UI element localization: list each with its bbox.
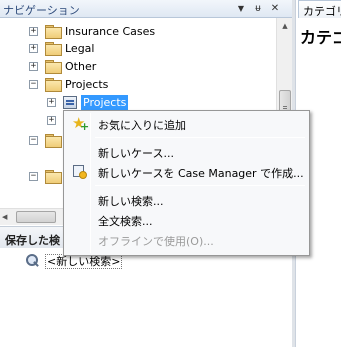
folder-icon [45, 42, 62, 56]
expand-icon[interactable]: + [29, 44, 38, 53]
star-add-icon: ★ + [72, 114, 90, 133]
tree-node-projects-folder[interactable]: − Projects [0, 76, 200, 94]
saved-search-label: <新しい検索> [45, 254, 123, 269]
expand-icon[interactable]: + [29, 27, 38, 36]
menu-item-new-case-case-manager[interactable]: 新しいケースを Case Manager で作成... [66, 162, 307, 181]
folder-icon [45, 134, 62, 148]
collapse-icon[interactable]: − [29, 80, 38, 89]
menu-item-label: お気に入りに追加 [98, 119, 186, 132]
expand-icon[interactable]: + [47, 98, 56, 107]
menu-separator [95, 137, 305, 138]
scroll-up-arrow-icon[interactable]: ▲ [277, 18, 293, 34]
tree-node-label: Other [65, 60, 97, 73]
folder-icon [45, 25, 62, 39]
scroll-left-arrow-icon[interactable]: ◀ [2, 209, 14, 225]
expand-icon[interactable]: + [47, 116, 56, 125]
tab-category[interactable]: カテゴリ [298, 0, 341, 18]
saved-searches-title: 保存した検 [5, 234, 60, 247]
tree-node-label: Legal [65, 42, 95, 55]
tree-node-legal[interactable]: + Legal [0, 40, 200, 58]
menu-item-label: 新しいケースを Case Manager で作成... [98, 167, 304, 180]
menu-item-label: 全文検索... [98, 215, 153, 228]
menu-item-label: 新しいケース... [98, 147, 174, 160]
app-window: ナビゲーション ▼ ᵾ ✕ + Insurance Cases + Legal … [0, 0, 341, 347]
menu-item-add-to-favorites[interactable]: ★ + お気に入りに追加 [66, 114, 307, 133]
tree-node-other[interactable]: + Other [0, 58, 200, 76]
pane-menu-dropdown-icon[interactable]: ▼ [235, 2, 247, 15]
context-menu: ★ + お気に入りに追加 新しいケース... 新しいケースを Case Manag… [63, 110, 310, 256]
tree-node-label: Insurance Cases [65, 25, 156, 38]
folder-open-icon [45, 78, 62, 92]
folder-icon [45, 60, 62, 74]
tree-node-label-selected: Projects [81, 95, 129, 110]
menu-item-new-search[interactable]: 新しい検索... [66, 190, 307, 209]
pin-icon[interactable]: ᵾ [252, 2, 264, 15]
close-icon[interactable]: ✕ [269, 2, 281, 15]
collapse-icon[interactable]: − [29, 172, 38, 181]
case-manager-icon [72, 164, 88, 180]
grip-icon [283, 106, 287, 107]
collapse-icon[interactable]: − [29, 136, 38, 145]
menu-item-label: オフラインで使用(O)... [98, 235, 214, 248]
case-icon [63, 96, 77, 109]
folder-icon [45, 170, 62, 184]
menu-item-label: 新しい検索... [98, 195, 164, 208]
tree-node-label: Projects [65, 78, 109, 91]
menu-item-full-text-search[interactable]: 全文検索... [66, 210, 307, 229]
menu-item-use-offline: オフラインで使用(O)... [66, 230, 307, 249]
navigation-header: ナビゲーション ▼ ᵾ ✕ [0, 0, 292, 18]
category-heading: カテゴ [300, 28, 341, 47]
tree-node-insurance-cases[interactable]: + Insurance Cases [0, 23, 200, 41]
expand-icon[interactable]: + [29, 62, 38, 71]
navigation-title: ナビゲーション [3, 4, 80, 17]
menu-item-new-case[interactable]: 新しいケース... [66, 142, 307, 161]
search-icon [24, 253, 40, 269]
menu-separator [95, 185, 305, 186]
scrollbar-thumb[interactable] [16, 211, 56, 223]
